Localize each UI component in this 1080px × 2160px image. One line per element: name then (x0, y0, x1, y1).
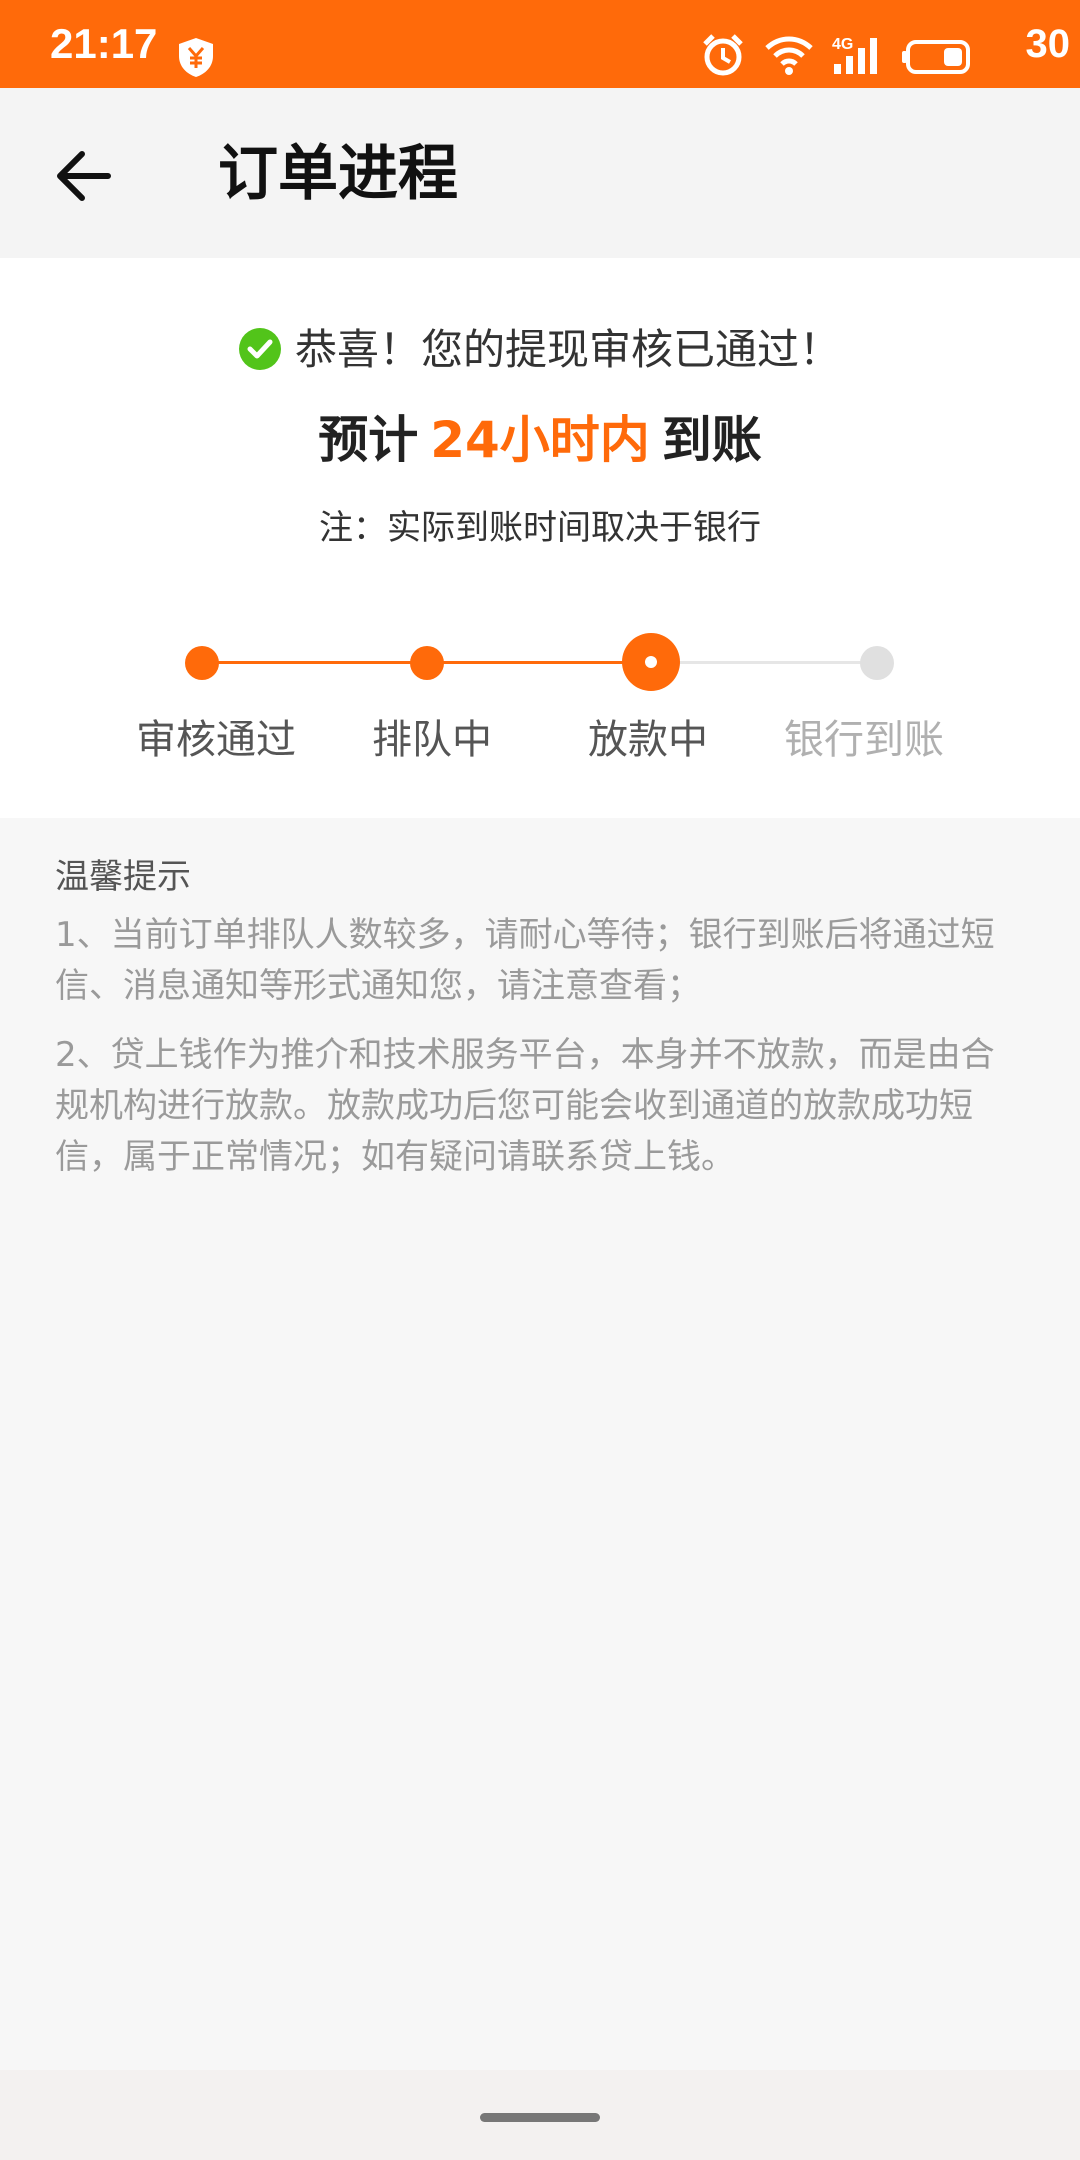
navigation-bar (0, 2070, 1080, 2160)
step-label-1: 审核通过 (136, 717, 296, 763)
progress-steps: 审核通过 排队中 放款中 银行到账 (0, 598, 1080, 778)
result-card: 恭喜！您的提现审核已通过！ 预计 24小时内 到账 注：实际到账时间取决于银行 审核… (0, 258, 1080, 818)
progress-track-3 (651, 661, 877, 664)
check-circle-icon (238, 328, 281, 370)
shield-yen-icon (179, 38, 213, 77)
status-time: 21:17 (50, 20, 158, 67)
step-label-4: 银行到账 (784, 717, 944, 763)
arrow-left-icon[interactable] (52, 144, 116, 208)
page-title: 订单进程 (218, 139, 458, 209)
step-dot-1 (185, 646, 219, 680)
step-dot-4 (860, 646, 894, 680)
step-dot-3-current (622, 633, 680, 691)
progress-track-2 (428, 661, 651, 664)
signal-icon (834, 38, 877, 74)
tips-title: 温馨提示 (55, 857, 191, 897)
eta-prefix: 预计 (318, 411, 419, 469)
success-message: 恭喜！您的提现审核已通过！ (294, 325, 841, 374)
eta-line: 预计 24小时内 到账 (0, 408, 1080, 472)
progress-track-1 (202, 661, 428, 664)
arrival-note: 注：实际到账时间取决于银行 (319, 508, 761, 548)
eta-suffix: 到账 (661, 411, 762, 469)
app-header: 订单进程 (0, 88, 1080, 258)
success-message-row: 恭喜！您的提现审核已通过！ (0, 320, 1080, 380)
home-indicator[interactable] (480, 2113, 600, 2122)
status-bar: 21:17 4G 30 (0, 0, 1080, 88)
tips-section: 温馨提示 1、当前订单排队人数较多，请耐心等待；银行到账后将通过短信、消息通知等… (55, 852, 1025, 1201)
wifi-icon (765, 36, 813, 75)
step-label-2: 排队中 (372, 717, 492, 763)
alarm-icon (703, 34, 743, 76)
battery-icon (902, 40, 970, 74)
eta-highlight: 24小时内 (430, 411, 650, 469)
battery-level: 30 (1025, 22, 1071, 66)
step-dot-2 (410, 646, 444, 680)
step-label-3: 放款中 (588, 717, 708, 763)
tips-item-1: 1、当前订单排队人数较多，请耐心等待；银行到账后将通过短信、消息通知等形式通知您… (55, 915, 995, 1006)
tips-item-2: 2、贷上钱作为推介和技术服务平台，本身并不放款，而是由合规机构进行放款。放款成功… (55, 1035, 995, 1177)
